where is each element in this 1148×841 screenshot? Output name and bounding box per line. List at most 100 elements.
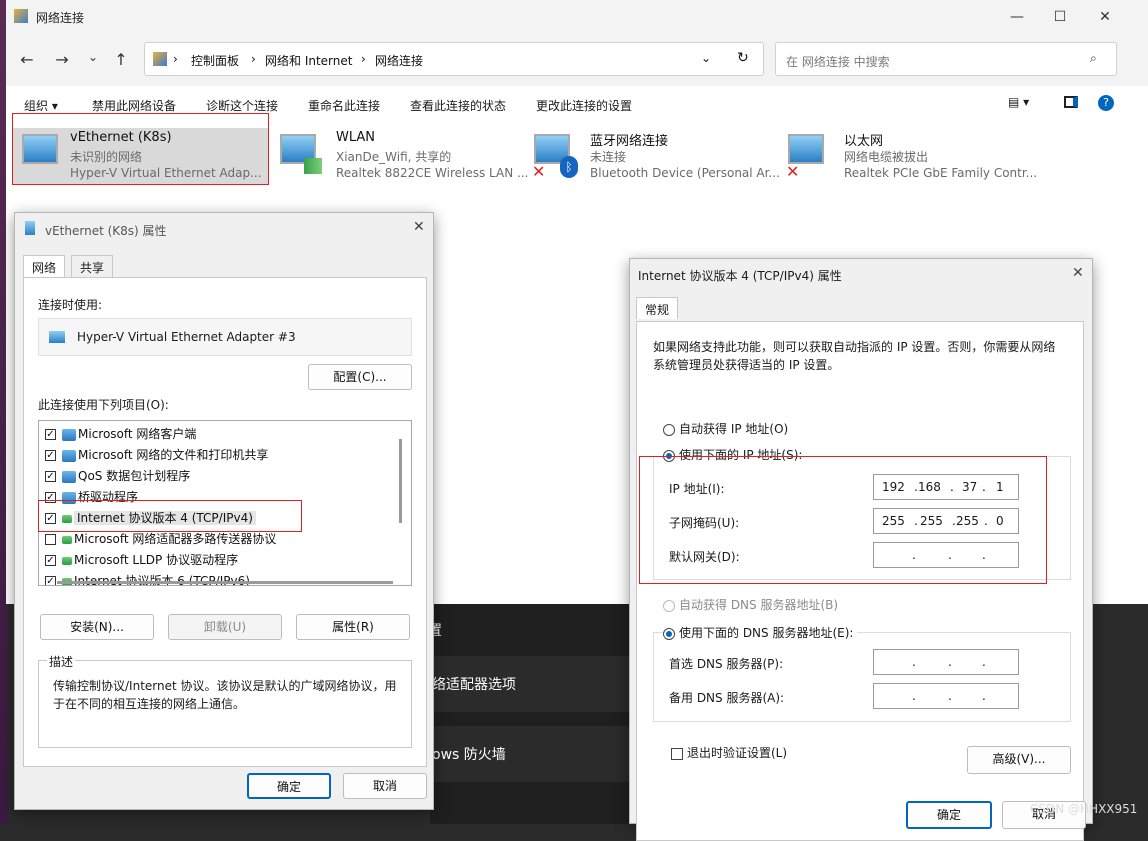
checkbox[interactable]: ✓ — [45, 429, 56, 440]
list-item[interactable]: ✓ Microsoft LLDP 协议驱动程序 — [45, 551, 238, 571]
radio-icon[interactable] — [663, 627, 675, 640]
up-icon[interactable]: ↑ — [110, 50, 132, 69]
validate-checkbox[interactable]: 退出时验证设置(L) — [671, 744, 787, 761]
connection-status: 网络电缆被拔出 — [844, 150, 929, 164]
description-group: 描述 传输控制协议/Internet 协议。该协议是默认的广域网络协议，用于在不… — [38, 653, 412, 748]
list-item[interactable]: ✓ Microsoft 网络的文件和打印机共享 — [45, 446, 268, 466]
close-icon[interactable]: ✕ — [413, 219, 425, 235]
breadcrumb-separator: › — [361, 52, 366, 66]
list-item[interactable]: Microsoft 网络适配器多路传送器协议 — [45, 530, 276, 550]
intro-text: 如果网络支持此功能，则可以获取自动指派的 IP 设置。否则，你需要从网络系统管理… — [653, 340, 1056, 372]
scrollbar-thumb[interactable] — [399, 439, 402, 523]
minimize-icon[interactable]: — — [1006, 6, 1028, 28]
connection-wlan[interactable]: WLAN XianDe_Wifi, 共享的 Realtek 8822CE Wir… — [278, 128, 528, 184]
dns1-label: 首选 DNS 服务器(P): — [669, 657, 784, 671]
manual-dns-radio[interactable]: 使用下面的 DNS 服务器地址(E): — [663, 624, 858, 641]
adapter-properties-dialog: vEthernet (K8s) 属性 ✕ 网络 共享 连接时使用: Hyper-… — [14, 212, 434, 810]
ok-button[interactable]: 确定 — [906, 801, 992, 829]
adapter-name: Hyper-V Virtual Ethernet Adapter #3 — [77, 330, 296, 344]
dialog-title: Internet 协议版本 4 (TCP/IPv4) 属性 — [638, 269, 842, 283]
connection-bluetooth[interactable]: ✕ ᛒ 蓝牙网络连接 未连接 Bluetooth Device (Persona… — [532, 128, 782, 184]
adapter-icon — [49, 331, 65, 343]
connection-name: 蓝牙网络连接 — [590, 134, 669, 149]
organize-menu[interactable]: 组织 ▾ — [24, 97, 58, 114]
diagnose-button[interactable]: 诊断这个连接 — [206, 97, 278, 114]
list-item-label: Microsoft 网络客户端 — [78, 427, 197, 441]
component-icon — [62, 449, 76, 462]
checkbox[interactable]: ✓ — [45, 576, 56, 585]
uninstall-button: 卸载(U) — [168, 614, 282, 640]
advanced-button[interactable]: 高级(V)... — [967, 746, 1071, 774]
disable-device-button[interactable]: 禁用此网络设备 — [92, 97, 176, 114]
list-item-label: Microsoft 网络适配器多路传送器协议 — [74, 532, 277, 546]
forward-icon[interactable]: → — [51, 50, 73, 69]
maximize-icon[interactable]: ☐ — [1049, 6, 1071, 28]
settings-row-firewall[interactable]: ows 防火墙 — [430, 726, 640, 782]
description-label: 描述 — [47, 653, 76, 670]
connection-name: 以太网 — [844, 134, 884, 149]
properties-button[interactable]: 属性(R) — [296, 614, 410, 640]
checkbox[interactable]: ✓ — [45, 471, 56, 482]
checkbox[interactable]: ✓ — [45, 450, 56, 461]
auto-ip-radio[interactable]: 自动获得 IP 地址(O) — [663, 420, 788, 437]
list-item[interactable]: ✓ Microsoft 网络客户端 — [45, 425, 196, 445]
checkbox[interactable] — [45, 534, 56, 545]
view-status-button[interactable]: 查看此连接的状态 — [410, 97, 506, 114]
dns-dot: . — [948, 689, 952, 703]
preview-pane-icon[interactable] — [1064, 96, 1078, 108]
configure-button[interactable]: 配置(C)... — [308, 364, 412, 390]
tab-network[interactable]: 网络 — [23, 255, 66, 277]
chevron-down-icon[interactable]: ⌄ — [82, 50, 104, 64]
adapter-box: Hyper-V Virtual Ethernet Adapter #3 — [38, 318, 412, 356]
connection-ethernet[interactable]: ✕ 以太网 网络电缆被拔出 Realtek PCIe GbE Family Co… — [786, 128, 1042, 184]
disconnected-icon: ✕ — [786, 162, 800, 181]
alternate-dns-field[interactable]: ... — [873, 683, 1019, 709]
address-bar[interactable]: › 控制面板 › 网络和 Internet › 网络连接 ⌄ ↻ — [144, 42, 764, 76]
refresh-icon[interactable]: ↻ — [737, 50, 749, 66]
auto-ip-label: 自动获得 IP 地址(O) — [679, 422, 789, 436]
close-icon[interactable]: ✕ — [1094, 6, 1116, 28]
view-options-icon[interactable]: ▤ ▾ — [1008, 95, 1029, 109]
navigation-bar: ← → ⌄ ↑ › 控制面板 › 网络和 Internet › 网络连接 ⌄ ↻… — [6, 34, 1148, 86]
dropdown-icon[interactable]: ⌄ — [701, 51, 711, 65]
auto-dns-label: 自动获得 DNS 服务器地址(B) — [679, 598, 839, 612]
dns-dot: . — [912, 655, 916, 669]
close-icon[interactable]: ✕ — [1072, 265, 1084, 281]
cancel-button[interactable]: 取消 — [343, 773, 427, 799]
checkbox[interactable]: ✓ — [45, 555, 56, 566]
search-input[interactable]: 在 网络连接 中搜索 ⌕ — [775, 42, 1117, 76]
checkbox[interactable] — [671, 747, 683, 760]
connection-status: XianDe_Wifi, 共享的 — [336, 150, 452, 164]
highlight-box — [38, 500, 302, 532]
preferred-dns-field[interactable]: ... — [873, 649, 1019, 675]
dns2-label: 备用 DNS 服务器(A): — [669, 691, 785, 705]
rename-button[interactable]: 重命名此连接 — [308, 97, 380, 114]
horizontal-scrollbar[interactable] — [57, 581, 393, 584]
protocol-icon — [62, 556, 72, 565]
dns-dot: . — [948, 655, 952, 669]
ok-button[interactable]: 确定 — [247, 773, 331, 799]
breadcrumb-control-panel[interactable]: 控制面板 — [191, 52, 239, 69]
disconnected-icon: ✕ — [532, 162, 546, 181]
window-app-icon — [14, 9, 28, 23]
back-icon[interactable]: ← — [16, 50, 38, 69]
breadcrumb-network-connections[interactable]: 网络连接 — [375, 52, 423, 69]
ipv4-properties-dialog: Internet 协议版本 4 (TCP/IPv4) 属性 ✕ 常规 如果网络支… — [629, 258, 1093, 841]
highlight-box — [12, 113, 269, 185]
list-item[interactable]: ✓ QoS 数据包计划程序 — [45, 467, 190, 487]
description-text: 传输控制协议/Internet 协议。该协议是默认的广域网络协议，用于在不同的相… — [53, 679, 397, 711]
dns-dot: . — [982, 655, 986, 669]
change-settings-button[interactable]: 更改此连接的设置 — [536, 97, 632, 114]
tab-sharing[interactable]: 共享 — [71, 255, 114, 277]
manual-dns-label: 使用下面的 DNS 服务器地址(E): — [679, 626, 854, 640]
install-button[interactable]: 安装(N)... — [40, 614, 154, 640]
settings-row-adapter-options[interactable]: 络适配器选项 — [430, 656, 640, 712]
connection-device: Realtek PCIe GbE Family Contr... — [844, 166, 1038, 180]
radio-icon[interactable] — [663, 423, 675, 436]
help-icon[interactable]: ? — [1098, 95, 1114, 111]
radio-icon — [663, 599, 675, 612]
dialog-icon — [25, 221, 35, 235]
tab-general[interactable]: 常规 — [636, 297, 679, 319]
breadcrumb-network-internet[interactable]: 网络和 Internet — [265, 52, 352, 69]
title-bar: 网络连接 — ☐ ✕ — [6, 0, 1148, 34]
